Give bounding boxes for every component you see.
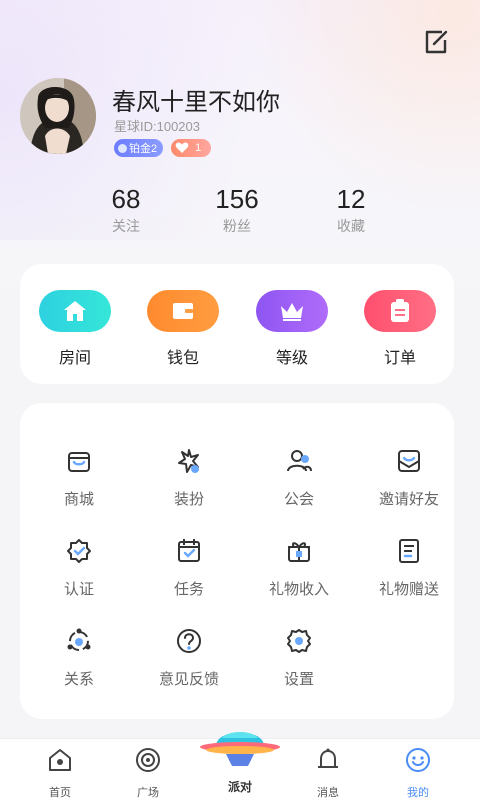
tab-plaza[interactable]: 广场 xyxy=(118,747,178,800)
quick-label: 房间 xyxy=(58,350,91,367)
menu-label: 礼物赠送 xyxy=(378,581,439,598)
menu-card: 商城 装扮 公会 邀请好友 认证 任务 礼物收入 礼物赠送 关系 意见反馈 设置 xyxy=(20,403,454,719)
menu-label: 礼物收入 xyxy=(268,581,329,598)
room-pill xyxy=(39,290,111,332)
menu-label: 商城 xyxy=(63,491,94,508)
level-badge: 铂金2 xyxy=(114,139,164,157)
wallet-icon xyxy=(173,303,193,319)
stat-label: 粉丝 xyxy=(223,218,251,234)
quick-label: 等级 xyxy=(275,350,308,367)
stat-following[interactable]: 68 关注 xyxy=(86,184,166,236)
stat-number: 156 xyxy=(215,184,259,214)
tab-messages[interactable]: 消息 xyxy=(298,747,358,800)
question-icon xyxy=(177,629,201,653)
menu-label: 设置 xyxy=(283,671,314,688)
menu-label: 认证 xyxy=(63,581,94,598)
edit-profile-button[interactable] xyxy=(422,28,450,56)
users-icon xyxy=(287,450,312,472)
tab-home[interactable]: 首页 xyxy=(30,747,90,800)
gift-send-doc-icon xyxy=(399,539,419,563)
menu-label: 意见反馈 xyxy=(158,671,219,688)
menu-dressup[interactable]: 装扮 xyxy=(135,447,243,509)
quick-room-button[interactable]: 房间 xyxy=(39,290,111,368)
home-outline-icon xyxy=(49,749,71,771)
fans-badge-count: 1 xyxy=(195,142,202,154)
menu-feedback[interactable]: 意见反馈 xyxy=(135,627,243,689)
menu-label: 公会 xyxy=(283,491,314,508)
menu-invite[interactable]: 邀请好友 xyxy=(355,447,463,509)
menu-shop[interactable]: 商城 xyxy=(25,447,133,509)
tab-label: 消息 xyxy=(317,787,339,799)
menu-gift-income[interactable]: 礼物收入 xyxy=(245,537,353,599)
stat-number: 12 xyxy=(336,184,366,214)
quick-level-button[interactable]: 等级 xyxy=(256,290,328,368)
tab-party[interactable] xyxy=(198,716,282,772)
verified-badge-icon xyxy=(67,539,91,563)
calendar-check-icon xyxy=(178,539,200,562)
gift-icon xyxy=(288,542,310,562)
smile-icon xyxy=(406,748,430,772)
invite-mail-icon xyxy=(398,450,420,472)
quick-actions-card: 房间 钱包 等级 订单 xyxy=(20,264,454,384)
nickname: 春风十里不如你 xyxy=(112,89,280,116)
crown-icon xyxy=(281,303,303,321)
sparkle-icon xyxy=(178,449,199,473)
clipboard-icon xyxy=(391,299,409,322)
stat-favorites[interactable]: 12 收藏 xyxy=(311,184,391,236)
stat-label: 关注 xyxy=(112,218,140,234)
target-icon xyxy=(136,748,160,772)
stat-fans[interactable]: 156 粉丝 xyxy=(197,184,277,236)
tab-label: 首页 xyxy=(49,787,71,799)
menu-label: 任务 xyxy=(173,581,204,598)
level-pill xyxy=(256,290,328,332)
wallet-pill xyxy=(147,290,219,332)
level-dot-icon xyxy=(118,143,127,153)
stat-number: 68 xyxy=(111,184,141,214)
menu-relation[interactable]: 关系 xyxy=(25,627,133,689)
quick-label: 订单 xyxy=(383,350,416,367)
ufo-icon xyxy=(200,732,280,766)
bell-icon xyxy=(318,748,338,768)
order-pill xyxy=(364,290,436,332)
menu-label: 邀请好友 xyxy=(378,491,439,508)
menu-label: 关系 xyxy=(63,671,94,688)
quick-label: 钱包 xyxy=(166,350,199,367)
menu-gift-send[interactable]: 礼物赠送 xyxy=(355,537,463,599)
edit-icon xyxy=(425,30,448,54)
badge-row: 铂金2 1 xyxy=(114,139,212,157)
user-id: 星球ID:100203 xyxy=(114,119,200,134)
menu-label: 装扮 xyxy=(173,491,204,508)
stat-label: 收藏 xyxy=(337,218,365,234)
level-badge-label: 铂金2 xyxy=(129,143,158,155)
tab-label: 广场 xyxy=(137,787,159,799)
quick-wallet-button[interactable]: 钱包 xyxy=(147,290,219,368)
fans-badge: 1 xyxy=(171,139,212,157)
avatar-portrait xyxy=(20,78,96,154)
menu-guild[interactable]: 公会 xyxy=(245,447,353,509)
heart-icon xyxy=(175,142,189,153)
tab-mine[interactable]: 我的 xyxy=(388,747,448,800)
home-icon xyxy=(64,301,86,321)
menu-verify[interactable]: 认证 xyxy=(25,537,133,599)
tab-label: 我的 xyxy=(407,787,429,799)
menu-tasks[interactable]: 任务 xyxy=(135,537,243,599)
gear-icon xyxy=(287,629,311,653)
avatar[interactable] xyxy=(20,78,96,154)
shop-icon xyxy=(68,452,90,472)
relation-icon xyxy=(67,628,91,651)
tab-label-party: 派对 xyxy=(227,780,252,794)
menu-settings[interactable]: 设置 xyxy=(245,627,353,689)
quick-order-button[interactable]: 订单 xyxy=(364,290,436,368)
